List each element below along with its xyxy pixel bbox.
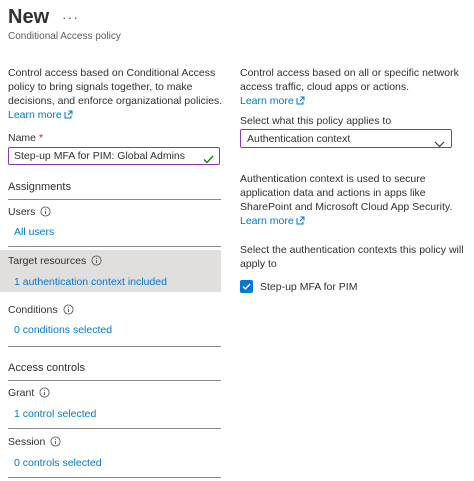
name-input-value: Step-up MFA for PIM: Global Admins bbox=[14, 150, 185, 162]
conditions-label-text: Conditions bbox=[8, 304, 58, 316]
info-icon[interactable] bbox=[39, 387, 50, 401]
session-label-text: Session bbox=[8, 436, 46, 448]
users-label: Users bbox=[8, 206, 51, 220]
chevron-down-icon bbox=[434, 135, 445, 153]
policy-description-line: Control access based on Conditional Acce… bbox=[8, 67, 216, 79]
policy-description: Control access based on Conditional Acce… bbox=[8, 66, 233, 123]
section-divider bbox=[8, 380, 221, 381]
page-title: New bbox=[8, 6, 50, 28]
name-label-text: Name bbox=[8, 132, 37, 144]
name-input[interactable]: Step-up MFA for PIM: Global Admins bbox=[8, 147, 220, 165]
auth-context-description-line: SharePoint and Microsoft Cloud App Secur… bbox=[240, 201, 453, 213]
required-marker: * bbox=[38, 132, 44, 144]
session-value-link[interactable]: 0 controls selected bbox=[14, 457, 102, 469]
name-label: Name * bbox=[8, 132, 43, 144]
session-label: Session bbox=[8, 436, 61, 450]
external-link-icon bbox=[64, 109, 73, 123]
section-divider bbox=[8, 199, 221, 200]
checkmark-icon bbox=[242, 283, 251, 291]
info-icon[interactable] bbox=[91, 255, 102, 269]
learn-more-link[interactable]: Learn more bbox=[240, 215, 294, 227]
apply-contexts-label-line: apply to bbox=[240, 258, 277, 270]
target-resources-label: Target resources bbox=[8, 255, 102, 269]
page-subtitle: Conditional Access policy bbox=[8, 31, 121, 42]
target-resources-label-text: Target resources bbox=[8, 255, 87, 267]
info-icon[interactable] bbox=[63, 304, 74, 318]
applies-to-dropdown[interactable]: Authentication context bbox=[240, 129, 452, 148]
info-icon[interactable] bbox=[50, 436, 61, 450]
target-description-line: access traffic, cloud apps or actions. bbox=[240, 81, 410, 93]
assignments-heading: Assignments bbox=[8, 181, 71, 193]
target-description-line: Control access based on all or specific … bbox=[240, 67, 459, 79]
users-value-link[interactable]: All users bbox=[14, 226, 54, 238]
checkmark-icon bbox=[203, 151, 214, 169]
grant-label: Grant bbox=[8, 387, 50, 401]
auth-context-description-line: application data and actions in apps lik… bbox=[240, 187, 426, 199]
external-link-icon bbox=[296, 95, 305, 109]
users-label-text: Users bbox=[8, 206, 36, 218]
more-options-button[interactable]: ··· bbox=[62, 9, 79, 25]
policy-description-line: decisions, and enforce organizational po… bbox=[8, 95, 223, 107]
apply-contexts-label: Select the authentication contexts this … bbox=[240, 243, 465, 271]
apply-contexts-label-line: Select the authentication contexts this … bbox=[240, 244, 464, 256]
conditions-value-link[interactable]: 0 conditions selected bbox=[14, 324, 112, 336]
auth-context-description-line: Authentication context is used to secure bbox=[240, 173, 426, 185]
step-up-mfa-checkbox-label[interactable]: Step-up MFA for PIM bbox=[260, 281, 357, 293]
policy-description-line: policy to bring signals together, to mak… bbox=[8, 81, 193, 93]
learn-more-link[interactable]: Learn more bbox=[240, 95, 294, 107]
grant-label-text: Grant bbox=[8, 387, 35, 399]
grant-value-link[interactable]: 1 control selected bbox=[14, 408, 96, 420]
applies-to-label: Select what this policy applies to bbox=[240, 115, 392, 127]
auth-context-description: Authentication context is used to secure… bbox=[240, 172, 465, 229]
external-link-icon bbox=[296, 215, 305, 229]
applies-to-dropdown-value: Authentication context bbox=[247, 133, 351, 145]
learn-more-link[interactable]: Learn more bbox=[8, 109, 62, 121]
target-resources-value-link[interactable]: 1 authentication context included bbox=[14, 276, 167, 288]
conditions-label: Conditions bbox=[8, 304, 74, 318]
row-divider bbox=[8, 246, 221, 247]
step-up-mfa-checkbox[interactable] bbox=[240, 280, 253, 293]
row-divider bbox=[8, 428, 221, 429]
row-divider bbox=[8, 477, 221, 478]
info-icon[interactable] bbox=[40, 206, 51, 220]
row-divider bbox=[8, 346, 221, 347]
access-controls-heading: Access controls bbox=[8, 362, 86, 374]
target-description: Control access based on all or specific … bbox=[240, 66, 465, 109]
